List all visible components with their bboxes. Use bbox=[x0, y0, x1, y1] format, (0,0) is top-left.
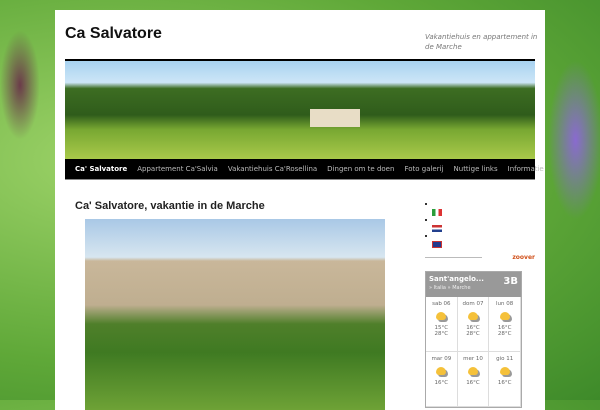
main-nav: Ca' Salvatore Appartement Ca'Salvia Vaka… bbox=[65, 159, 544, 180]
page: Ca Salvatore Vakantiehuis en appartement… bbox=[55, 10, 545, 410]
site-title[interactable]: Ca Salvatore bbox=[65, 25, 162, 43]
weather-widget[interactable]: Sant'angelo...» Italia » Marche 3B sab 06… bbox=[425, 271, 522, 408]
weather-day: dom 07 16°C 28°C bbox=[457, 297, 490, 352]
nav-item-appartement[interactable]: Appartement Ca'Salvia bbox=[137, 165, 218, 173]
nav-item-links[interactable]: Nuttige links bbox=[454, 165, 498, 173]
bullet bbox=[425, 203, 427, 205]
sun-cloud-icon bbox=[436, 367, 447, 375]
sun-rain-icon bbox=[467, 367, 478, 375]
weather-day: mar 09 16°C bbox=[426, 352, 458, 407]
bullet bbox=[425, 219, 427, 221]
post-photo bbox=[85, 219, 385, 410]
zoover-widget[interactable]: zoover bbox=[425, 254, 535, 261]
sidebar: zoover Sant'angelo...» Italia » Marche 3B… bbox=[425, 200, 535, 408]
nav-item-vakantiehuis[interactable]: Vakantiehuis Ca'Rosellina bbox=[228, 165, 317, 173]
house bbox=[310, 109, 360, 127]
nav-item-ca-salvatore[interactable]: Ca' Salvatore bbox=[75, 165, 127, 173]
background-flower bbox=[0, 30, 40, 140]
italian-flag-icon[interactable] bbox=[432, 209, 442, 216]
nav-item-foto[interactable]: Foto galerij bbox=[404, 165, 443, 173]
zoover-logo[interactable]: zoover bbox=[512, 254, 535, 261]
uk-flag-icon[interactable] bbox=[432, 241, 442, 248]
weather-day: sab 06 15°C 28°C bbox=[426, 297, 458, 352]
post-title: Ca' Salvatore, vakantie in de Marche bbox=[75, 200, 265, 212]
background-flower bbox=[548, 60, 600, 220]
weather-logo: 3B bbox=[503, 276, 518, 287]
weather-day: gio 11 16°C bbox=[489, 352, 521, 407]
bullet bbox=[425, 235, 427, 237]
sun-rain-icon bbox=[499, 367, 510, 375]
weather-day: lun 08 16°C 28°C bbox=[489, 297, 521, 352]
nav-item-informatie[interactable]: Informatie bbox=[508, 165, 544, 173]
sun-cloud-icon bbox=[467, 312, 478, 320]
site-tagline: Vakantiehuis en appartement in de Marche bbox=[425, 33, 538, 51]
sun-cloud-icon bbox=[436, 312, 447, 320]
nav-item-dingen[interactable]: Dingen om te doen bbox=[327, 165, 394, 173]
dutch-flag-icon[interactable] bbox=[432, 225, 442, 232]
header-banner-image bbox=[65, 59, 535, 159]
sun-cloud-icon bbox=[499, 312, 510, 320]
weather-day: mer 10 16°C bbox=[457, 352, 490, 407]
